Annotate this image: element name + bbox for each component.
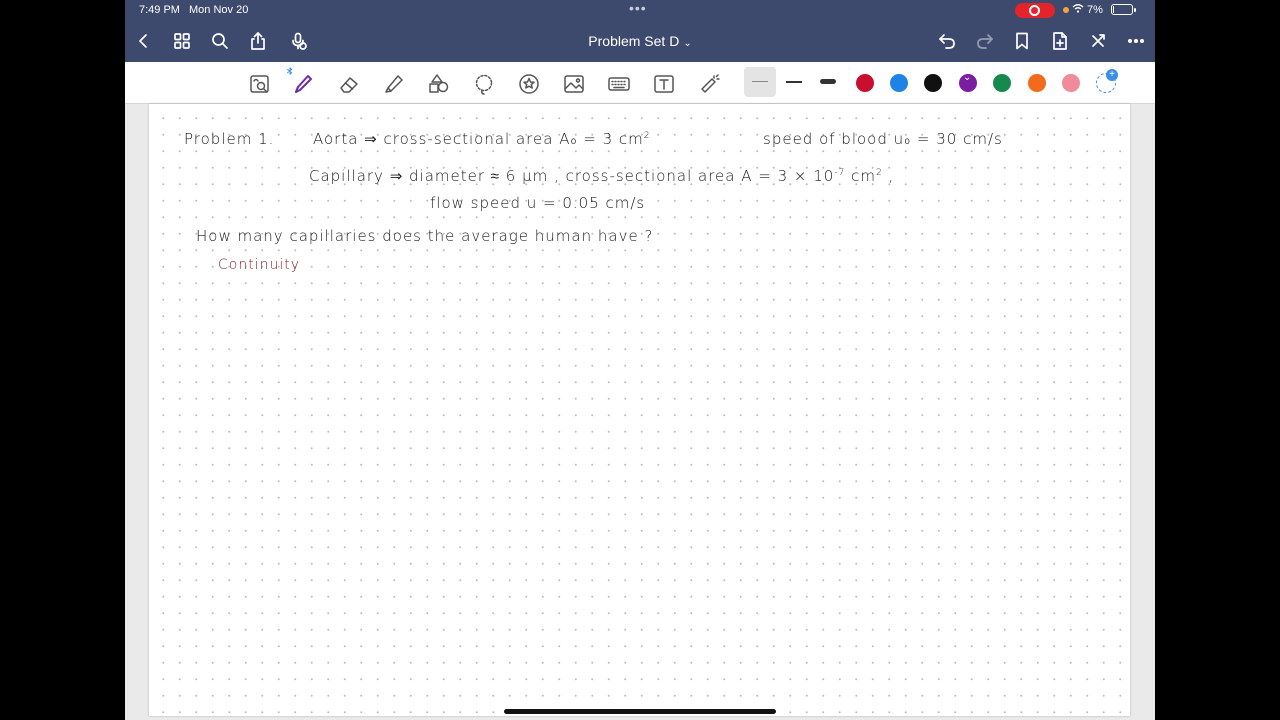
battery-percent: 7%: [1087, 4, 1103, 16]
stroke-thin-option[interactable]: [744, 67, 776, 97]
capillary-text: Capillary ⇒ diameter ≈ 6 μm , cross-sect…: [309, 167, 835, 185]
shapes-icon[interactable]: [425, 70, 453, 98]
status-date: Mon Nov 20: [189, 4, 249, 16]
close-toolbar-icon[interactable]: [1085, 28, 1111, 54]
undo-icon[interactable]: [934, 28, 960, 54]
ipad-screen: 7:49 PM Mon Nov 20 ••• 7% Problem Set D ⌄: [125, 0, 1155, 720]
capillary-comma: ,: [882, 167, 895, 185]
question-text: How many capillaries does the average hu…: [196, 227, 654, 245]
stroke-medium-option[interactable]: [778, 67, 810, 97]
color-swatch-pink[interactable]: [1062, 74, 1080, 92]
wifi-icon: [1072, 3, 1084, 16]
continuity-annotation: Continuity: [218, 257, 301, 273]
color-swatch-blue[interactable]: [890, 74, 908, 92]
document-title-text: Problem Set D: [588, 33, 680, 49]
search-icon[interactable]: [207, 28, 233, 54]
keyboard-icon[interactable]: [605, 70, 633, 98]
highlighter-icon[interactable]: [380, 70, 408, 98]
capillary-exponent-1: -7: [834, 168, 846, 178]
lasso-icon[interactable]: [470, 70, 498, 98]
color-swatch-black[interactable]: [924, 74, 942, 92]
color-swatch-purple[interactable]: [959, 72, 977, 92]
image-icon[interactable]: [560, 70, 588, 98]
status-time: 7:49 PM: [139, 4, 180, 16]
color-swatch-green[interactable]: [993, 74, 1011, 92]
plus-icon: +: [1106, 69, 1118, 81]
capillary-line: Capillary ⇒ diameter ≈ 6 μm , cross-sect…: [309, 167, 894, 185]
bluetooth-icon: [285, 66, 295, 76]
more-options-icon[interactable]: [1123, 28, 1149, 54]
document-title[interactable]: Problem Set D ⌄: [565, 33, 715, 49]
microphone-off-icon[interactable]: [285, 28, 311, 54]
add-page-icon[interactable]: [1047, 28, 1073, 54]
drawing-toolbar: +: [125, 62, 1155, 104]
eraser-icon[interactable]: [335, 70, 363, 98]
capillary-exponent-2: 2: [875, 168, 883, 178]
aorta-exponent: 2: [643, 131, 651, 141]
notebook-page[interactable]: Problem 1. Aorta ⇒ cross-sectional area …: [149, 104, 1130, 716]
aorta-text: Aorta ⇒ cross-sectional area A₀ = 3 cm: [313, 130, 644, 148]
home-indicator[interactable]: [504, 709, 776, 714]
aorta-line: Aorta ⇒ cross-sectional area A₀ = 3 cm2: [313, 130, 650, 148]
stroke-thick-option[interactable]: [812, 67, 844, 97]
mic-indicator-icon: [1063, 7, 1069, 13]
capillary-unit: cm: [845, 167, 876, 185]
multitasking-dots[interactable]: •••: [629, 0, 647, 16]
problem-label: Problem 1.: [184, 130, 275, 148]
zoom-window-icon[interactable]: [246, 70, 274, 98]
battery-fill: [1113, 6, 1114, 13]
share-icon[interactable]: [245, 28, 271, 54]
top-bar: 7:49 PM Mon Nov 20 ••• 7% Problem Set D ⌄: [125, 0, 1155, 62]
laser-pointer-icon[interactable]: [695, 70, 723, 98]
redo-icon[interactable]: [972, 28, 998, 54]
battery-icon: [1111, 4, 1136, 15]
grid-view-icon[interactable]: [169, 28, 195, 54]
sticker-icon[interactable]: [515, 70, 543, 98]
text-box-icon[interactable]: [650, 70, 678, 98]
color-swatch-orange[interactable]: [1028, 74, 1046, 92]
flow-speed-text: flow speed u = 0.05 cm/s: [430, 194, 646, 212]
color-swatch-red[interactable]: [856, 74, 874, 92]
blood-speed-text: speed of blood u₀ = 30 cm/s: [763, 130, 1003, 148]
bookmark-icon[interactable]: [1009, 28, 1035, 54]
back-icon[interactable]: [131, 28, 157, 54]
screen-recording-icon: [1015, 3, 1055, 18]
chevron-down-icon: ⌄: [683, 38, 692, 49]
